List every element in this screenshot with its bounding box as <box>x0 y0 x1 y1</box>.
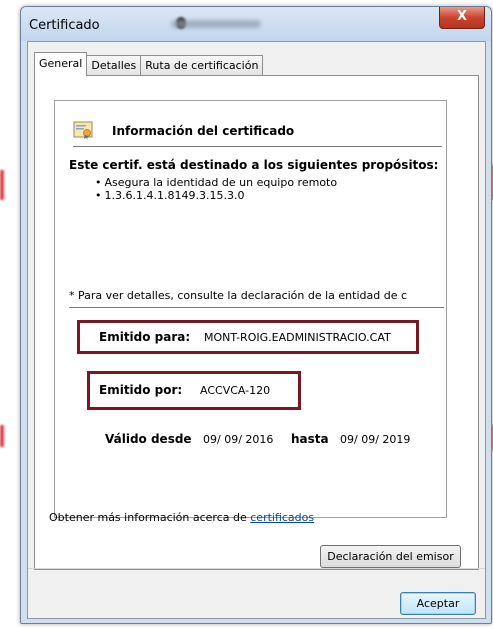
purpose-item: 1.3.6.1.4.1.8149.3.15.3.0 <box>95 189 337 202</box>
tab-general[interactable]: General <box>34 52 88 76</box>
valid-to-value: 09/ 09/ 2019 <box>340 433 411 446</box>
certificate-info-heading: Información del certificado <box>112 124 295 138</box>
accept-button[interactable]: Aceptar <box>400 592 476 615</box>
heading-divider <box>73 146 442 147</box>
valid-to-label: hasta <box>291 432 329 446</box>
valid-from-value: 09/ 09/ 2016 <box>203 433 274 446</box>
valid-from-label: Válido desde <box>105 432 192 446</box>
tab-strip: General Detalles Ruta de certificación <box>34 52 264 76</box>
close-button[interactable]: X <box>439 7 485 29</box>
issued-to-value: MONT-ROIG.EADMINISTRACIO.CAT <box>204 331 391 344</box>
more-info-text: Obtener más información acerca de certif… <box>49 511 314 524</box>
certificate-info-box: Información del certificado Este certif.… <box>54 100 447 518</box>
purpose-item: Asegura la identidad de un equipo remoto <box>95 176 338 189</box>
window-title: Certificado <box>29 18 100 33</box>
more-info-label: Obtener más información acerca de <box>49 511 251 524</box>
certificate-dialog: Certificado X General Detalles Ruta de c… <box>20 6 492 624</box>
issuer-statement-button[interactable]: Declaración del emisor <box>320 545 461 568</box>
general-tab-page: Información del certificado Este certif.… <box>34 75 479 570</box>
blurred-title-text <box>171 20 261 28</box>
tab-certification-path[interactable]: Ruta de certificación <box>140 55 264 75</box>
tab-details[interactable]: Detalles <box>86 55 142 75</box>
issued-to-label: Emitido para: <box>99 330 191 344</box>
issued-by-label: Emitido por: <box>99 383 183 397</box>
issued-by-value: ACCVCA-120 <box>200 384 271 397</box>
background-red-edge-left-lower <box>0 425 4 447</box>
note-divider <box>69 307 444 308</box>
purpose-list: Asegura la identidad de un equipo remoto… <box>95 176 338 202</box>
purpose-title: Este certif. está destinado a los siguie… <box>69 158 439 172</box>
footer-divider <box>28 568 485 569</box>
certificate-icon <box>73 121 93 140</box>
dialog-client-area: General Detalles Ruta de certificación I… <box>27 41 486 619</box>
details-note: * Para ver detalles, consulte la declara… <box>69 289 408 302</box>
background-red-edge-left <box>0 170 4 200</box>
certificates-link[interactable]: certificados <box>250 511 314 524</box>
title-bar[interactable]: Certificado X <box>21 7 491 41</box>
